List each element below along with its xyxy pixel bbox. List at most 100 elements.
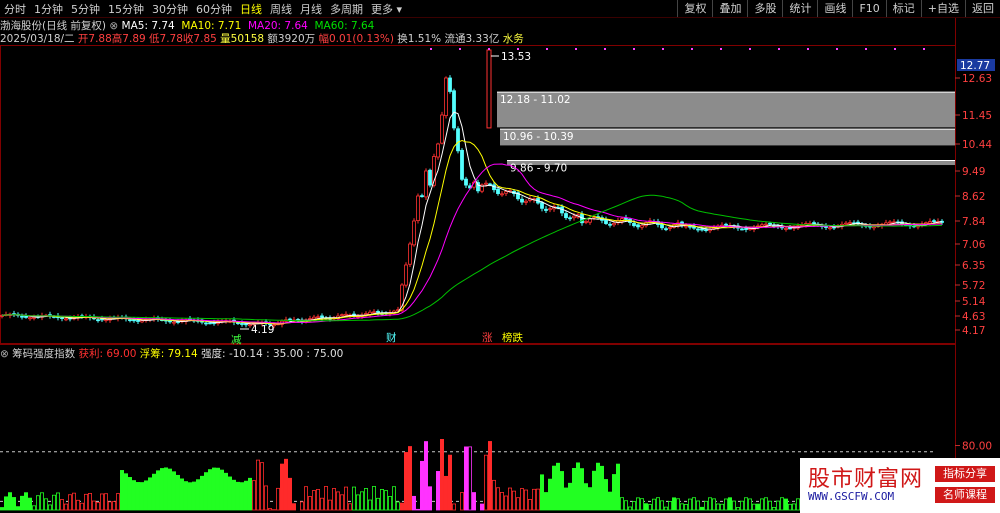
strength-bar (612, 474, 617, 511)
candle-up (412, 220, 416, 246)
kline-chart[interactable]: 12.63 11.45 10.44 9.49 8.62 7.84 7.06 6.35 5.72 5… (0, 0, 1000, 513)
strength-bar (467, 446, 472, 511)
strength-bar (720, 503, 725, 511)
candle-down (624, 217, 628, 220)
strength-bar (664, 506, 669, 511)
candle-down (520, 198, 524, 203)
signal-dot (691, 48, 693, 50)
candle-up (500, 193, 504, 196)
strength-bar (704, 500, 709, 511)
candle-down (236, 322, 240, 325)
candle-down (704, 229, 708, 232)
strength-bar (116, 493, 121, 511)
strength-bar (239, 482, 244, 511)
strength-bar (427, 486, 432, 511)
strength-bar (536, 488, 541, 511)
candle-up (308, 318, 312, 321)
ma60-line (1, 194, 943, 322)
strength-bar (0, 507, 4, 511)
candle-up (344, 313, 348, 316)
candle-up (424, 170, 428, 198)
strength-bar (120, 470, 125, 511)
strength-bar (139, 482, 144, 511)
strength-bar (696, 500, 701, 511)
strength-bar (524, 489, 529, 511)
strength-bar (736, 507, 741, 511)
strength-bar (784, 498, 789, 511)
chip-zone-label: 10.96 - 10.39 (503, 131, 574, 143)
strength-bar (96, 502, 101, 511)
strength-bar (596, 462, 601, 511)
price-tick-label: 5.72 (962, 280, 985, 292)
strength-bar (159, 468, 164, 511)
strength-bar (760, 498, 765, 511)
chip-zone-label: 12.18 - 11.02 (500, 94, 571, 106)
signal-dot (749, 48, 751, 50)
strength-bar (648, 504, 653, 511)
strength-bar (143, 480, 148, 511)
signal-dot (633, 48, 635, 50)
candle-up (548, 208, 552, 211)
strength-bar (552, 465, 557, 511)
strength-bar (451, 503, 456, 511)
strength-bar (319, 497, 324, 511)
strength-bar (88, 493, 93, 511)
candle-down (664, 228, 668, 231)
strength-bar (560, 471, 565, 511)
chip-zone-label: 9.86 - 9.70 (510, 162, 567, 174)
strength-bar (495, 487, 500, 511)
candle-up (828, 227, 832, 230)
strength-bar (151, 473, 156, 511)
strength-bar (600, 465, 605, 511)
candle-down (768, 222, 772, 225)
strength-bar (423, 441, 428, 511)
signal-dot (865, 48, 867, 50)
candle-up (316, 316, 320, 319)
candle-down (420, 195, 424, 198)
strength-bar (171, 471, 176, 511)
strength-bar (175, 474, 180, 511)
strength-bar (191, 481, 196, 511)
strength-bar (768, 500, 773, 511)
candle-up (640, 224, 644, 228)
spike-candle (486, 49, 492, 129)
strength-bar (712, 498, 717, 511)
strength-bar (588, 487, 593, 511)
strength-bar (387, 496, 392, 511)
price-tick-label: 7.84 (962, 216, 986, 228)
strength-bar (592, 470, 597, 511)
candle-up (404, 264, 408, 286)
strength-bar (407, 446, 412, 511)
strength-bar (15, 506, 20, 511)
strength-bar (780, 497, 785, 511)
strength-bar (127, 477, 132, 511)
strength-bar (491, 479, 496, 511)
candle-up (440, 114, 444, 144)
price-tick-label: 5.14 (962, 296, 986, 308)
candle-down (132, 319, 136, 322)
candle-down (608, 223, 612, 226)
strength-bar (379, 489, 384, 511)
strength-bar (323, 486, 328, 511)
candle-down (288, 318, 292, 321)
strength-bar (219, 469, 224, 511)
strength-bar (752, 503, 757, 511)
strength-bar (291, 503, 296, 511)
strength-bar (199, 475, 204, 511)
signal-dot (836, 48, 838, 50)
candle-down (20, 315, 24, 318)
strength-bar (435, 471, 440, 511)
mark-list: 榜跌 (502, 331, 523, 344)
mark-rise: 涨 (482, 332, 493, 344)
candle-down (724, 223, 728, 226)
strength-bar (84, 493, 89, 511)
ma20-line (1, 163, 943, 324)
strength-bar (564, 487, 569, 511)
signal-dot (459, 48, 461, 50)
price-tick-label: 4.17 (962, 325, 985, 337)
strength-bar (179, 478, 184, 511)
strength-bar (632, 501, 637, 511)
strength-bar (792, 503, 797, 511)
strength-bar (576, 462, 581, 511)
strength-bar (4, 496, 9, 511)
